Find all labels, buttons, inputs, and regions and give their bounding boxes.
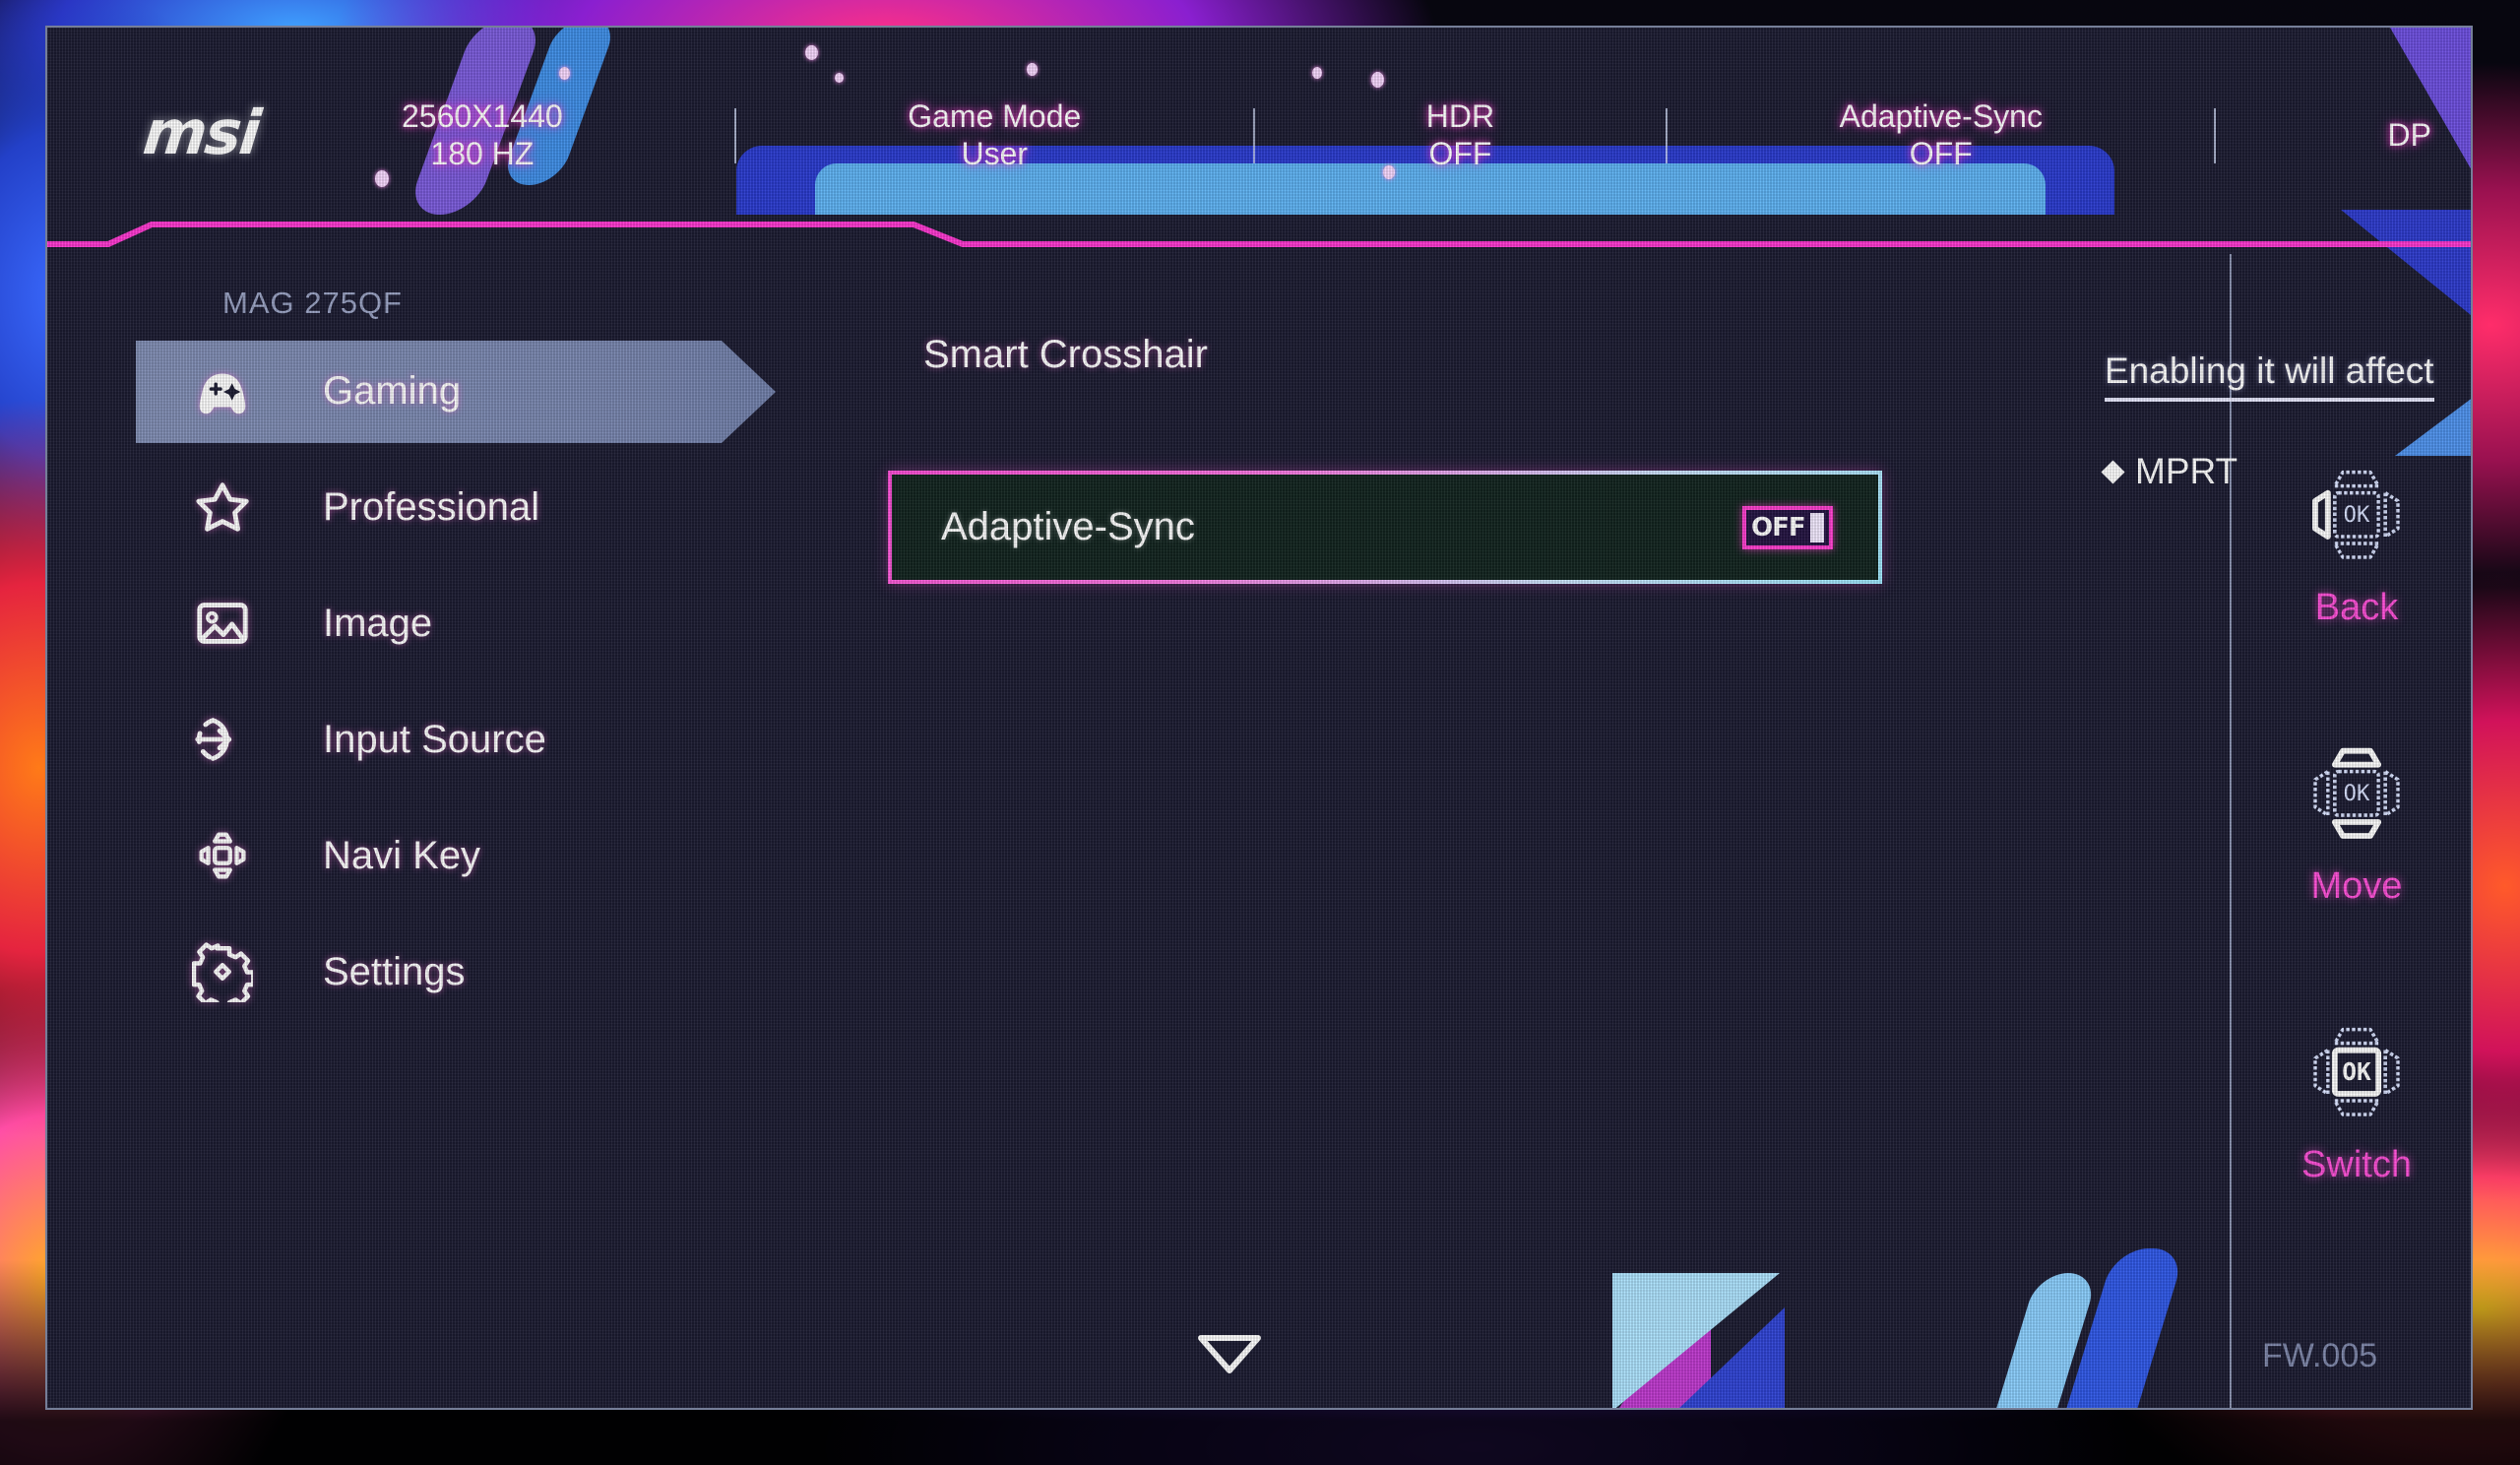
- rail-move[interactable]: OK Move: [2242, 739, 2471, 908]
- navpad-left-icon: OK: [2288, 461, 2426, 577]
- sidebar-item-label: Navi Key: [323, 833, 481, 877]
- sidebar-item-navi-key[interactable]: Navi Key: [47, 797, 736, 914]
- section-title: Smart Crosshair: [923, 333, 1208, 376]
- status-input: DP: [2387, 117, 2430, 155]
- navpad-updown-icon: OK: [2288, 739, 2426, 856]
- header-divider: [47, 222, 2471, 247]
- monitor-panel: msi 2560X1440 180 HZ Game Mode User HDR …: [45, 26, 2473, 1410]
- diamond-bullet-icon: [2101, 459, 2125, 484]
- status-divider: [1252, 107, 1255, 163]
- status-divider: [733, 107, 736, 163]
- star-icon: [185, 470, 260, 544]
- status-adaptive-sync-key: Adaptive-Sync: [1839, 98, 2043, 134]
- toggle-state-text: OFF: [1751, 512, 1806, 542]
- sidebar-item-label: Professional: [323, 484, 540, 529]
- status-items: 2560X1440 180 HZ Game Mode User HDR OFF …: [402, 98, 2431, 173]
- status-hdr: HDR OFF: [1426, 98, 1494, 173]
- sidebar-item-label: Settings: [323, 949, 466, 993]
- gamepad-icon: [185, 353, 260, 428]
- sidebar-item-gaming[interactable]: Gaming: [47, 333, 776, 449]
- osd-menu: msi 2560X1440 180 HZ Game Mode User HDR …: [47, 28, 2471, 1408]
- rail-label: Switch: [2301, 1144, 2412, 1185]
- navpad-center-icon: OK: [2288, 1018, 2426, 1134]
- rail-back[interactable]: OK Back: [2242, 461, 2471, 629]
- svg-text:OK: OK: [2344, 781, 2370, 806]
- dpad-icon: [185, 818, 260, 893]
- svg-text:OK: OK: [2344, 502, 2370, 528]
- navigation-rail: OK Back OK Move OK Switch: [2242, 461, 2471, 1297]
- sidebar-item-professional[interactable]: Professional: [47, 449, 736, 565]
- status-divider: [1666, 107, 1669, 163]
- status-adaptive-sync: Adaptive-Sync OFF: [1840, 98, 2043, 173]
- monitor-model-label: MAG 275QF: [222, 286, 403, 320]
- sidebar-item-settings[interactable]: Settings: [47, 914, 736, 1030]
- chevron-down-icon[interactable]: [1196, 1332, 1263, 1380]
- picture-icon: [185, 586, 260, 661]
- sidebar-item-input-source[interactable]: Input Source: [47, 681, 736, 797]
- sidebar-item-label: Input Source: [323, 717, 546, 761]
- input-arrow-icon: [185, 702, 260, 777]
- status-resolution-value: 180 HZ: [430, 135, 535, 171]
- rail-label: Move: [2310, 865, 2403, 907]
- info-item-label: MPRT: [2135, 451, 2238, 491]
- rail-label: Back: [2314, 587, 2399, 628]
- content-area: Smart Crosshair Adaptive-Sync OFF Enabli…: [795, 333, 2434, 584]
- status-game-mode-value: User: [961, 135, 1029, 171]
- msi-logo: msi: [140, 96, 263, 168]
- gear-icon: [185, 934, 260, 1009]
- decor-triangle-indigo: [1676, 1307, 1785, 1408]
- sidebar-item-label: Image: [323, 601, 433, 645]
- status-input-key: DP: [2387, 116, 2431, 153]
- status-resolution: 2560X1440 180 HZ: [402, 98, 563, 173]
- info-title: Enabling it will affect: [2105, 350, 2434, 402]
- rail-switch[interactable]: OK Switch: [2242, 1018, 2471, 1186]
- decor-bar-royalblue: [2064, 1248, 2186, 1408]
- status-hdr-value: OFF: [1428, 135, 1492, 171]
- status-bar: msi 2560X1440 180 HZ Game Mode User HDR …: [47, 28, 2471, 221]
- status-adaptive-sync-value: OFF: [1909, 135, 1973, 171]
- sidebar-item-label: Gaming: [323, 368, 462, 413]
- sidebar-menu: Gaming Professional Image Input Source N…: [47, 333, 776, 1030]
- toggle-knob: [1809, 512, 1824, 542]
- firmware-version: FW.005: [2262, 1337, 2378, 1374]
- status-divider: [2214, 107, 2217, 163]
- status-resolution-key: 2560X1440: [402, 98, 563, 134]
- status-hdr-key: HDR: [1425, 98, 1495, 134]
- adaptive-sync-option-row[interactable]: Adaptive-Sync OFF: [888, 471, 1882, 584]
- adaptive-sync-toggle[interactable]: OFF: [1742, 505, 1833, 549]
- adaptive-sync-label: Adaptive-Sync: [941, 505, 1195, 548]
- sidebar-item-image[interactable]: Image: [47, 565, 736, 681]
- status-game-mode: Game Mode User: [908, 98, 1081, 173]
- svg-text:OK: OK: [2342, 1057, 2371, 1086]
- status-game-mode-key: Game Mode: [908, 98, 1082, 134]
